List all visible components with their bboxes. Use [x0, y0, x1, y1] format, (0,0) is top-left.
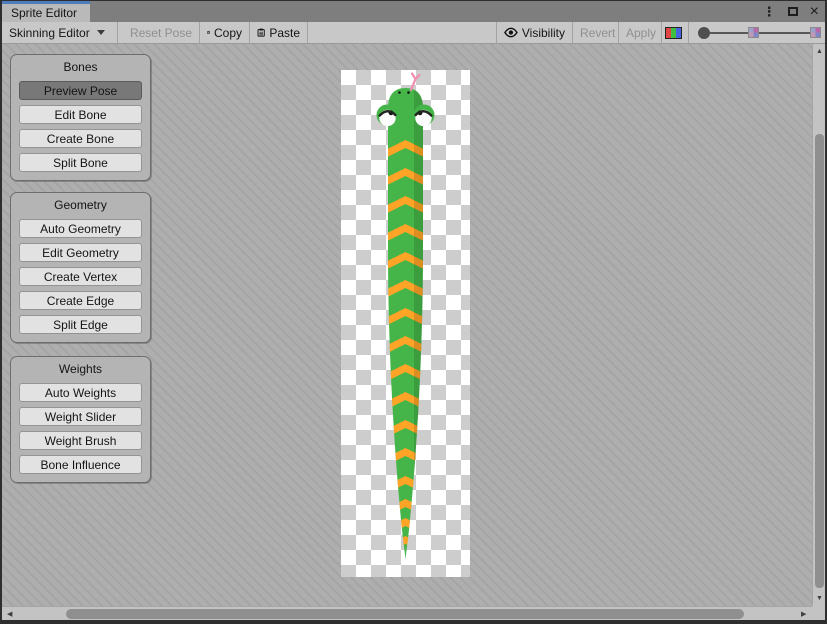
auto-weights-button[interactable]: Auto Weights [19, 383, 142, 402]
sprite-frame[interactable] [341, 70, 470, 577]
weights-panel: Weights Auto Weights Weight Slider Weigh… [10, 356, 151, 483]
scroll-up-icon[interactable]: ▲ [816, 48, 823, 55]
reset-pose-button[interactable]: Reset Pose [118, 22, 200, 43]
tab-sprite-editor[interactable]: Sprite Editor [2, 1, 90, 22]
revert-button[interactable]: Revert [573, 22, 619, 43]
paste-button[interactable]: Paste [250, 22, 308, 43]
edit-bone-button[interactable]: Edit Bone [19, 105, 142, 124]
reset-pose-figure-icon [125, 26, 126, 39]
close-icon[interactable]: × [810, 1, 819, 22]
copy-button[interactable]: Copy [200, 22, 250, 43]
edit-geometry-button[interactable]: Edit Geometry [19, 243, 142, 262]
create-bone-button[interactable]: Create Bone [19, 129, 142, 148]
maximize-icon[interactable] [788, 7, 798, 16]
create-edge-button[interactable]: Create Edge [19, 291, 142, 310]
snake-sprite [341, 70, 470, 577]
chevron-down-icon [97, 30, 105, 35]
scroll-right-icon[interactable]: ▶ [801, 611, 806, 618]
vertical-scrollbar-thumb[interactable] [815, 134, 824, 588]
vertical-scrollbar[interactable]: ▲ ▼ [812, 44, 825, 606]
toolbar: Skinning Editor Reset Pose Copy [2, 22, 825, 44]
geometry-panel: Geometry Auto Geometry Edit Geometry Cre… [10, 192, 151, 343]
create-vertex-button[interactable]: Create Vertex [19, 267, 142, 286]
slider-knob[interactable] [698, 27, 710, 39]
weight-brush-button[interactable]: Weight Brush [19, 431, 142, 450]
copy-icon [207, 26, 210, 39]
skinning-canvas[interactable]: Bones Preview Pose Edit Bone Create Bone… [2, 44, 812, 606]
split-edge-button[interactable]: Split Edge [19, 315, 142, 334]
eye-icon [504, 27, 518, 38]
sprite-editor-window: Sprite Editor ⋮ × Skinning Editor Reset … [0, 0, 827, 624]
apply-button[interactable]: Apply [619, 22, 661, 43]
snake-tongue [411, 74, 420, 91]
scrollbar-corner [812, 606, 825, 620]
split-bone-button[interactable]: Split Bone [19, 153, 142, 172]
bone-influence-button[interactable]: Bone Influence [19, 455, 142, 474]
pattern-swatch-icon[interactable] [748, 27, 759, 38]
slider-track[interactable] [698, 32, 820, 34]
weights-panel-title: Weights [19, 360, 142, 379]
horizontal-scrollbar-thumb[interactable] [66, 609, 744, 619]
paste-icon [257, 26, 265, 39]
titlebar: Sprite Editor ⋮ × [2, 1, 825, 22]
auto-geometry-button[interactable]: Auto Geometry [19, 219, 142, 238]
bones-panel: Bones Preview Pose Edit Bone Create Bone… [10, 54, 151, 181]
tab-title: Sprite Editor [11, 6, 77, 20]
bones-panel-title: Bones [19, 58, 142, 77]
window-controls: ⋮ × [763, 1, 819, 22]
pattern-swatch-icon[interactable] [810, 27, 821, 38]
sprite-preview-mode-button[interactable] [661, 25, 685, 41]
visibility-toggle[interactable]: Visibility [496, 22, 573, 43]
scroll-left-icon[interactable]: ◀ [7, 611, 12, 618]
skinning-editor-dropdown[interactable]: Skinning Editor [2, 22, 118, 43]
alpha-slider-zone [692, 22, 825, 43]
horizontal-scrollbar[interactable]: ◀ ▶ [2, 606, 812, 620]
geometry-panel-title: Geometry [19, 196, 142, 215]
rgb-swatch-icon [665, 27, 682, 39]
weight-slider-button[interactable]: Weight Slider [19, 407, 142, 426]
preview-pose-button[interactable]: Preview Pose [19, 81, 142, 100]
scroll-down-icon[interactable]: ▼ [816, 595, 823, 602]
window-menu-icon[interactable]: ⋮ [763, 1, 776, 22]
